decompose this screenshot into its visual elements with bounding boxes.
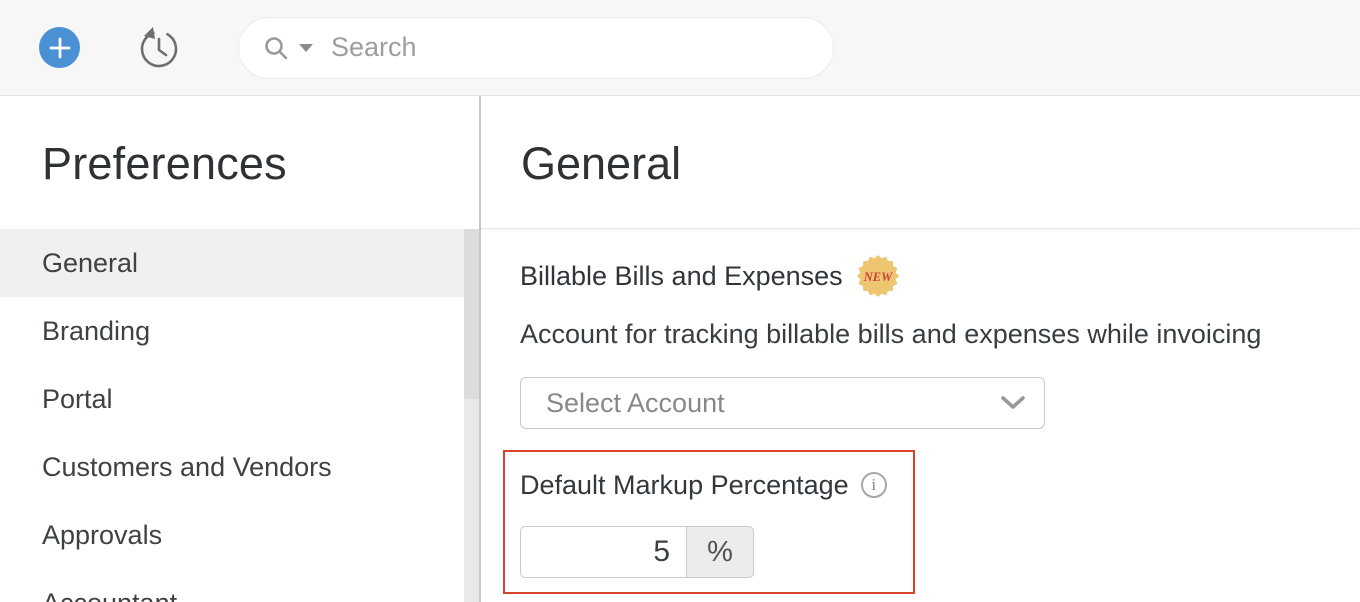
search-bar[interactable] <box>238 17 834 79</box>
sidebar-item-branding[interactable]: Branding <box>0 297 479 365</box>
search-input[interactable] <box>331 32 833 63</box>
account-select[interactable]: Select Account <box>520 377 1045 429</box>
page-title: General <box>521 138 1360 190</box>
main-header: General <box>481 96 1360 229</box>
markup-input-group: % <box>520 526 913 578</box>
markup-label: Default Markup Percentage <box>520 468 849 502</box>
app-body: Preferences General Branding Portal Cust… <box>0 96 1360 602</box>
preferences-sidebar: Preferences General Branding Portal Cust… <box>0 96 481 602</box>
sidebar-title: Preferences <box>42 138 479 190</box>
sidebar-item-customers-and-vendors[interactable]: Customers and Vendors <box>0 433 479 501</box>
billable-section-heading-row: Billable Bills and Expenses NEW <box>520 255 1360 297</box>
sidebar-item-general[interactable]: General <box>0 229 479 297</box>
sidebar-item-portal[interactable]: Portal <box>0 365 479 433</box>
main-body: Billable Bills and Expenses NEW Account … <box>481 229 1360 594</box>
section-description: Account for tracking billable bills and … <box>520 317 1360 351</box>
add-new-button[interactable] <box>39 27 80 68</box>
main-panel: General Billable Bills and Expenses NEW … <box>481 96 1360 602</box>
sidebar-scrollbar-thumb[interactable] <box>464 229 479 399</box>
chevron-down-icon <box>1000 395 1026 411</box>
sidebar-scrollbar[interactable] <box>464 229 479 602</box>
sidebar-item-accountant[interactable]: Accountant <box>0 569 479 602</box>
search-scope-caret-icon[interactable] <box>299 44 313 52</box>
markup-label-row: Default Markup Percentage i <box>520 468 913 502</box>
info-icon[interactable]: i <box>861 472 887 498</box>
top-bar <box>0 0 1360 96</box>
sidebar-header: Preferences <box>0 96 479 229</box>
new-badge-icon: NEW <box>857 255 899 297</box>
search-icon <box>263 35 289 61</box>
section-heading: Billable Bills and Expenses <box>520 259 843 293</box>
history-clock-icon <box>136 25 182 71</box>
markup-percentage-input[interactable] <box>520 526 687 578</box>
plus-icon <box>48 36 72 60</box>
markup-highlight-box: Default Markup Percentage i % <box>503 450 915 594</box>
account-select-value: Select Account <box>546 388 1000 419</box>
sidebar-item-approvals[interactable]: Approvals <box>0 501 479 569</box>
new-badge-label: NEW <box>862 270 892 284</box>
percent-unit-addon: % <box>687 526 754 578</box>
recent-history-button[interactable] <box>136 25 182 71</box>
